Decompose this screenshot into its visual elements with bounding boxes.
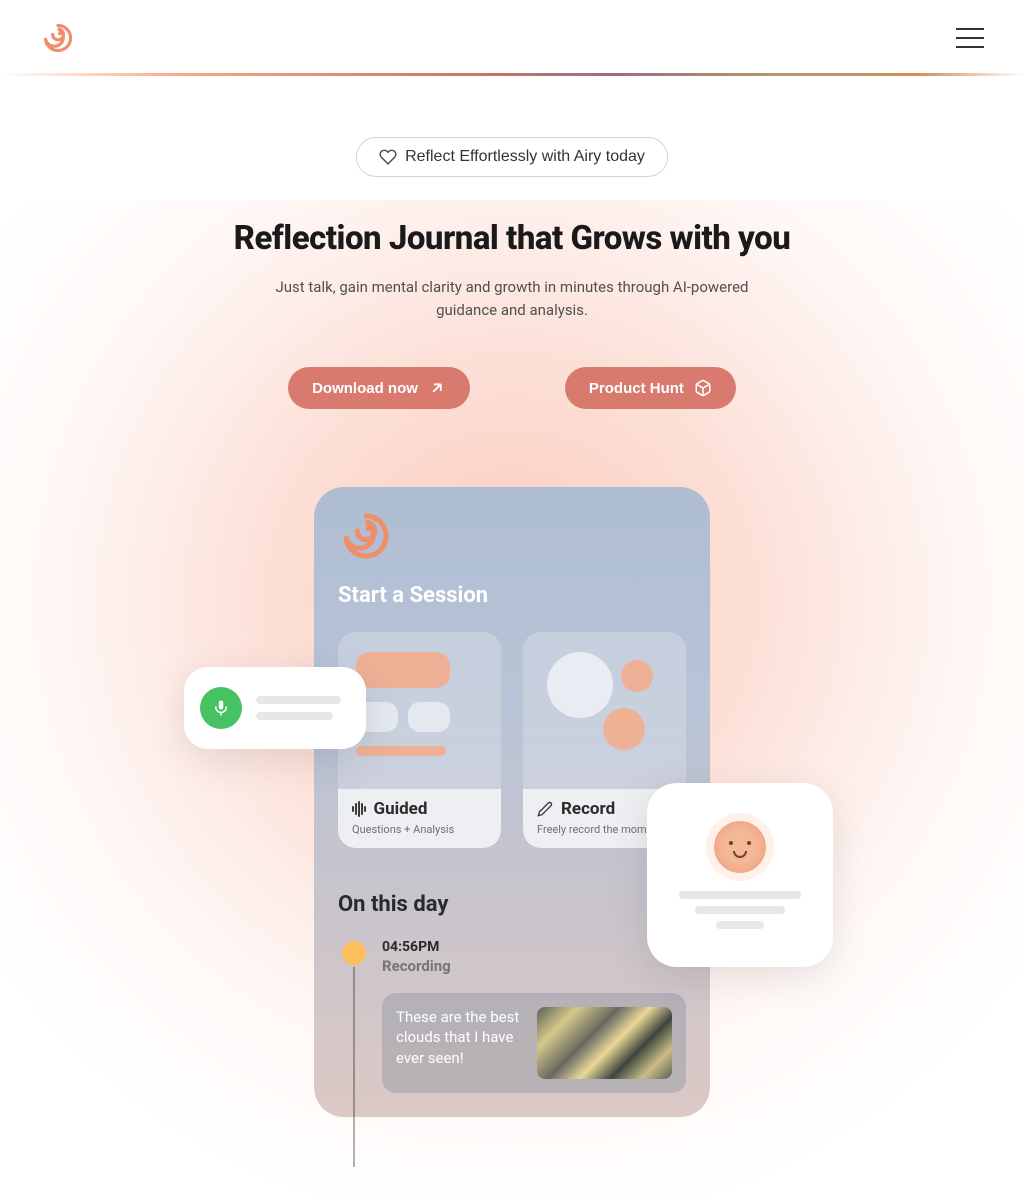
- mood-face: [714, 821, 766, 873]
- floating-reflect-card: [647, 783, 833, 967]
- pencil-icon: [537, 801, 553, 817]
- page-subhead: Just talk, gain mental clarity and growt…: [272, 276, 752, 321]
- arrow-up-right-icon: [428, 379, 446, 397]
- brand-logo[interactable]: [40, 20, 76, 56]
- guided-session-card[interactable]: Guided Questions + Analysis: [338, 632, 501, 848]
- entry-time: 04:56PM: [382, 939, 686, 955]
- mic-placeholder-lines: [256, 696, 350, 720]
- guided-illustration: [356, 652, 450, 756]
- site-header: [0, 0, 1024, 77]
- page-headline: Reflection Journal that Grows with you: [0, 219, 1024, 258]
- start-session-heading: Start a Session: [338, 583, 686, 608]
- heart-icon: [379, 148, 397, 166]
- hero-section: Reflect Effortlessly with Airy today Ref…: [0, 77, 1024, 1117]
- download-button[interactable]: Download now: [288, 367, 470, 409]
- reflect-pill-button[interactable]: Reflect Effortlessly with Airy today: [356, 137, 668, 177]
- mic-button[interactable]: [200, 687, 242, 729]
- entry-text: These are the best clouds that I have ev…: [396, 1007, 523, 1079]
- cta-row: Download now Product Hunt: [0, 367, 1024, 409]
- phone-logo-icon: [338, 511, 394, 561]
- guided-sub: Questions + Analysis: [352, 823, 487, 836]
- spiral-logo-icon: [40, 20, 76, 56]
- box-icon: [694, 379, 712, 397]
- microphone-icon: [212, 699, 230, 717]
- record-title: Record: [561, 799, 615, 819]
- menu-button[interactable]: [956, 28, 984, 48]
- timeline-dot: [342, 941, 366, 965]
- entry-image: [537, 1007, 672, 1079]
- reflect-placeholder-lines: [647, 891, 833, 929]
- soundwave-icon: [352, 801, 366, 817]
- session-cards-row: Guided Questions + Analysis Reco: [338, 632, 686, 848]
- pill-label: Reflect Effortlessly with Airy today: [405, 148, 645, 166]
- producthunt-button[interactable]: Product Hunt: [565, 367, 736, 409]
- journal-entry: 04:56PM Recording These are the best clo…: [338, 939, 686, 1093]
- timeline-line: [353, 967, 355, 1167]
- on-this-day-heading: On this day: [338, 892, 686, 917]
- guided-title: Guided: [374, 799, 428, 819]
- hamburger-icon: [956, 28, 984, 30]
- entry-body[interactable]: These are the best clouds that I have ev…: [382, 993, 686, 1093]
- entry-label: Recording: [382, 957, 686, 975]
- floating-mic-card: [184, 667, 366, 749]
